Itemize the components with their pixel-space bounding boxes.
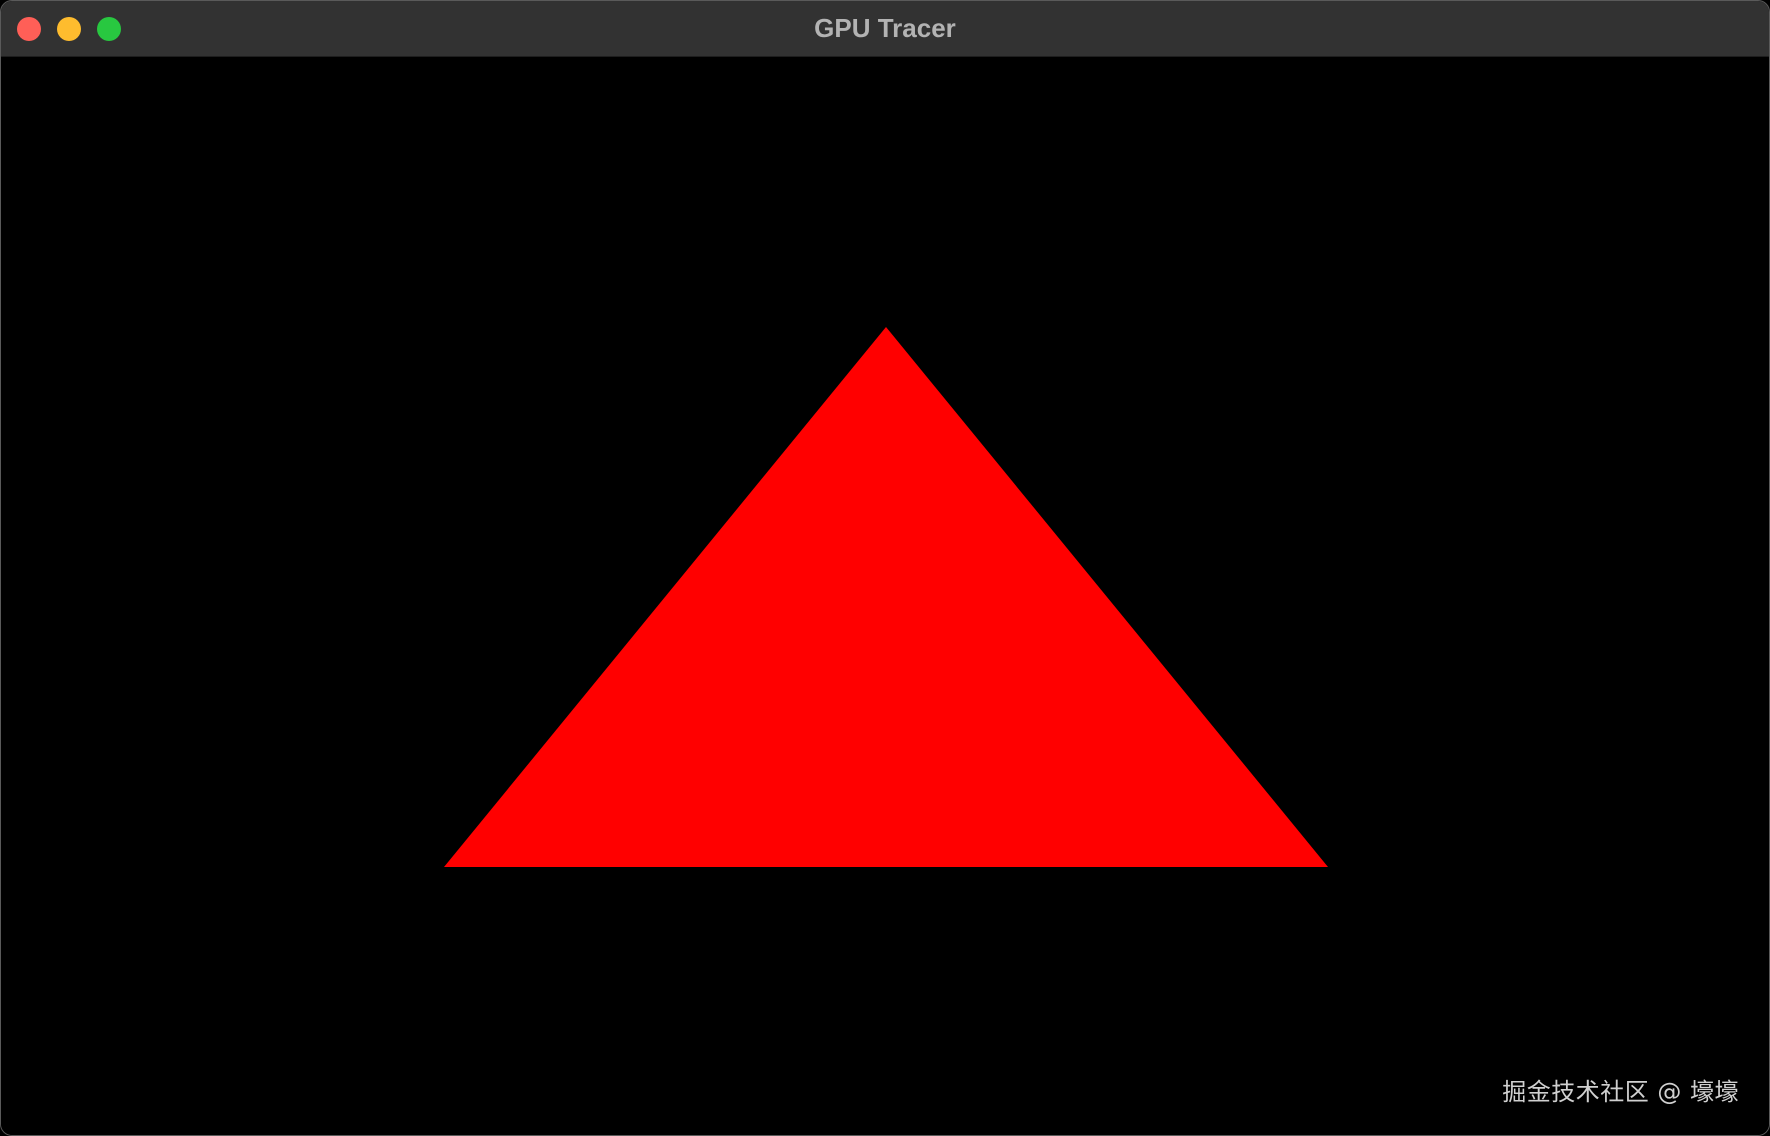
title-bar[interactable]: GPU Tracer xyxy=(1,1,1769,57)
render-canvas xyxy=(444,327,1328,867)
rendered-triangle xyxy=(444,327,1328,867)
app-window: GPU Tracer 掘金技术社区 @ 壕壕 xyxy=(0,0,1770,1136)
window-title: GPU Tracer xyxy=(814,13,956,43)
watermark-text: 掘金技术社区 @ 壕壕 xyxy=(1502,1078,1739,1106)
render-viewport[interactable]: 掘金技术社区 @ 壕壕 xyxy=(1,57,1769,1135)
